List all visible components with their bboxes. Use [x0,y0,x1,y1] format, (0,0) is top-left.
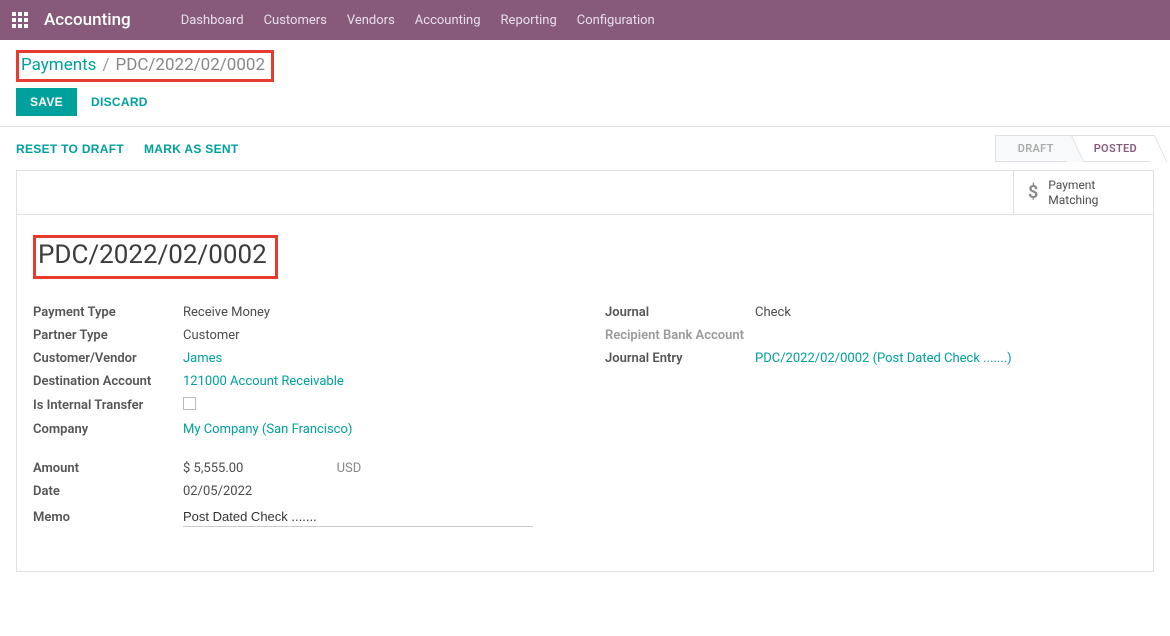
field-date: Date 02/05/2022 [33,480,565,503]
app-title[interactable]: Accounting [44,10,131,30]
stat-line1: Payment [1048,178,1095,192]
stage-draft[interactable]: DRAFT [995,135,1071,162]
label-memo: Memo [33,510,183,525]
nav-dashboard[interactable]: Dashboard [171,13,254,28]
nav-reporting[interactable]: Reporting [491,13,567,28]
checkbox-internal-transfer[interactable] [183,397,196,410]
label-date: Date [33,484,183,499]
value-company[interactable]: My Company (San Francisco) [183,422,565,437]
save-button[interactable]: SAVE [16,88,77,116]
top-nav: Accounting Dashboard Customers Vendors A… [0,0,1170,40]
reset-to-draft-button[interactable]: RESET TO DRAFT [16,142,124,156]
status-bar: RESET TO DRAFT MARK AS SENT DRAFT POSTED [0,126,1170,170]
field-journal: Journal Check [605,301,1137,324]
dollar-icon: $ [1028,182,1038,203]
label-amount: Amount [33,461,183,476]
form-columns: Payment Type Receive Money Partner Type … [33,301,1137,531]
field-customer-vendor: Customer/Vendor James [33,347,565,370]
label-company: Company [33,422,183,437]
left-column: Payment Type Receive Money Partner Type … [33,301,565,531]
value-date: 02/05/2022 [183,484,565,499]
sheet-body: PDC/2022/02/0002 Payment Type Receive Mo… [17,215,1153,571]
value-destination-account[interactable]: 121000 Account Receivable [183,374,565,389]
label-customer-vendor: Customer/Vendor [33,351,183,366]
label-internal-transfer: Is Internal Transfer [33,398,183,413]
stage-posted[interactable]: POSTED [1071,135,1154,162]
label-payment-type: Payment Type [33,305,183,320]
payment-matching-button[interactable]: $ Payment Matching [1013,171,1153,214]
value-internal-transfer [183,397,565,414]
nav-configuration[interactable]: Configuration [567,13,665,28]
memo-input[interactable] [183,507,533,527]
right-column: Journal Check Recipient Bank Account Jou… [605,301,1137,531]
discard-button[interactable]: DISCARD [91,95,148,109]
nav-customers[interactable]: Customers [254,13,337,28]
field-destination-account: Destination Account 121000 Account Recei… [33,370,565,393]
field-company: Company My Company (San Francisco) [33,418,565,441]
breadcrumb: Payments / PDC/2022/02/0002 [16,50,274,82]
field-memo: Memo [33,503,565,531]
breadcrumb-area: Payments / PDC/2022/02/0002 [0,40,1170,88]
nav-vendors[interactable]: Vendors [337,13,405,28]
value-memo-wrap [183,507,565,527]
field-amount: Amount $ 5,555.00 USD [33,457,565,480]
field-recipient-bank: Recipient Bank Account [605,324,1137,347]
breadcrumb-root[interactable]: Payments [21,55,96,75]
mark-as-sent-button[interactable]: MARK AS SENT [144,142,239,156]
amount-currency: USD [337,461,362,476]
amount-number: $ 5,555.00 [183,461,243,476]
label-journal-entry: Journal Entry [605,351,755,366]
form-sheet: $ Payment Matching PDC/2022/02/0002 Paym… [16,170,1154,572]
label-partner-type: Partner Type [33,328,183,343]
sheet-top: $ Payment Matching [17,171,1153,215]
field-internal-transfer: Is Internal Transfer [33,393,565,418]
record-title: PDC/2022/02/0002 [38,240,267,270]
status-stages: DRAFT POSTED [995,135,1154,162]
value-journal: Check [755,305,1137,320]
label-journal: Journal [605,305,755,320]
record-title-highlight: PDC/2022/02/0002 [33,235,278,279]
label-recipient-bank: Recipient Bank Account [605,328,755,343]
field-journal-entry: Journal Entry PDC/2022/02/0002 (Post Dat… [605,347,1137,370]
value-journal-entry[interactable]: PDC/2022/02/0002 (Post Dated Check .....… [755,351,1137,366]
value-payment-type: Receive Money [183,305,565,320]
stat-button-text: Payment Matching [1048,178,1098,207]
value-partner-type: Customer [183,328,565,343]
field-partner-type: Partner Type Customer [33,324,565,347]
breadcrumb-current: PDC/2022/02/0002 [115,55,265,75]
label-destination-account: Destination Account [33,374,183,389]
stat-line2: Matching [1048,193,1098,207]
value-customer-vendor[interactable]: James [183,351,565,366]
field-payment-type: Payment Type Receive Money [33,301,565,324]
breadcrumb-separator: / [102,55,109,75]
apps-icon[interactable] [8,8,32,32]
nav-accounting[interactable]: Accounting [405,13,491,28]
value-amount: $ 5,555.00 USD [183,461,565,476]
action-bar: SAVE DISCARD [0,88,1170,126]
